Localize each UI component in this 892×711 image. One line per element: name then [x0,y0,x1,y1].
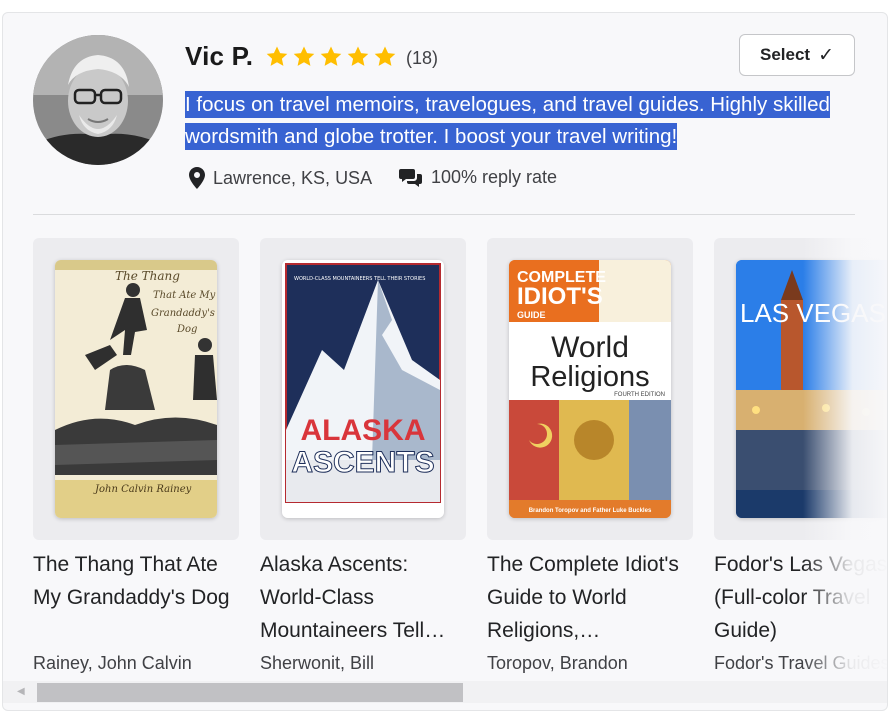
chat-bubbles-icon [399,168,422,187]
portfolio-book-3[interactable]: COMPLETE IDIOT'S GUIDE World Religions F… [487,238,693,674]
cover-line-4: Dog [176,324,197,335]
book-cover-alaska[interactable]: WORLD-CLASS MOUNTAINEERS TELL THEIR STOR… [282,260,444,518]
reply-rate: 100% reply rate [399,167,557,188]
cover-line-2: That Ate My [153,290,216,301]
book-cover-las-vegas[interactable]: LAS VEGAS [736,260,887,518]
star-icon [320,46,342,66]
scroll-left-arrow-icon[interactable]: ◀ [17,686,25,697]
cover-line-3: Grandaddy's [151,308,215,319]
cover-line-1: ALASKA [301,414,426,447]
book-cover-thang[interactable]: The Thang That Ate My Grandaddy's Dog Jo… [55,260,217,518]
cover-edition: FOURTH EDITION [614,392,665,398]
rating-stars [265,45,397,69]
freelancer-bio[interactable]: I focus on travel memoirs, travelogues, … [185,89,845,153]
select-button[interactable]: Select ✓ [739,34,855,76]
portfolio-book-4[interactable]: LAS VEGAS Fodor's Las Vegas (Full-color … [714,238,888,674]
book-author: Toropov, Brandon [487,653,628,673]
location-text: Lawrence, KS, USA [213,167,373,188]
book-cover-container: LAS VEGAS [714,238,887,540]
reply-rate-text: 100% reply rate [431,167,558,187]
portfolio-book-1[interactable]: The Thang That Ate My Grandaddy's Dog Jo… [33,238,239,674]
book-title[interactable]: Alaska Ascents: World-Class Mountaineers… [260,548,466,647]
freelancer-name[interactable]: Vic P. [185,41,253,72]
book-title[interactable]: The Thang That Ate My Grandaddy's Dog [33,548,239,647]
location-pin-icon [189,167,205,189]
cover-brand-3: GUIDE [517,310,546,320]
book-author: Rainey, John Calvin [33,653,192,673]
cover-brand-2: IDIOT'S [517,283,603,310]
book-cover-container: The Thang That Ate My Grandaddy's Dog Jo… [33,238,239,540]
book-title[interactable]: Fodor's Las Vegas (Full-color Travel Gui… [714,548,887,647]
avatar[interactable] [33,35,163,165]
cover-line-1: The Thang [115,269,180,283]
horizontal-scrollbar-thumb[interactable] [37,683,463,702]
star-icon [347,46,369,66]
select-button-label: Select [759,45,811,64]
book-cover-container: WORLD-CLASS MOUNTAINEERS TELL THEIR STOR… [260,238,466,540]
star-icon [293,46,315,66]
cover-line-1: LAS VEGAS [740,298,886,328]
rating-count: (18) [406,48,439,68]
book-author: Fodor's Travel Guides [714,653,888,673]
divider [33,214,855,215]
checkmark-icon: ✓ [818,44,834,66]
book-cover-religions[interactable]: COMPLETE IDIOT'S GUIDE World Religions F… [509,260,671,518]
book-title[interactable]: The Complete Idiot's Guide to World Reli… [487,548,693,647]
cover-byline: John Calvin Rainey [93,484,192,495]
book-author: Sherwonit, Bill [260,653,375,673]
portfolio-book-2[interactable]: WORLD-CLASS MOUNTAINEERS TELL THEIR STOR… [260,238,466,674]
cover-line-2: Religions [530,361,649,393]
cover-line-2: ASCENTS [291,446,434,479]
cover-line-1: World [551,331,629,364]
bio-text: I focus on travel memoirs, travelogues, … [185,91,830,150]
location: Lawrence, KS, USA [189,167,372,189]
book-cover-container: COMPLETE IDIOT'S GUIDE World Religions F… [487,238,693,540]
cover-tagline: WORLD-CLASS MOUNTAINEERS TELL THEIR STOR… [294,276,425,282]
star-icon [374,46,396,66]
star-icon [266,46,288,66]
freelancer-card: Vic P. (18) Select ✓ I focus on travel m… [2,12,888,711]
cover-authors: Brandon Toropov and Father Luke Buckles [529,508,652,514]
